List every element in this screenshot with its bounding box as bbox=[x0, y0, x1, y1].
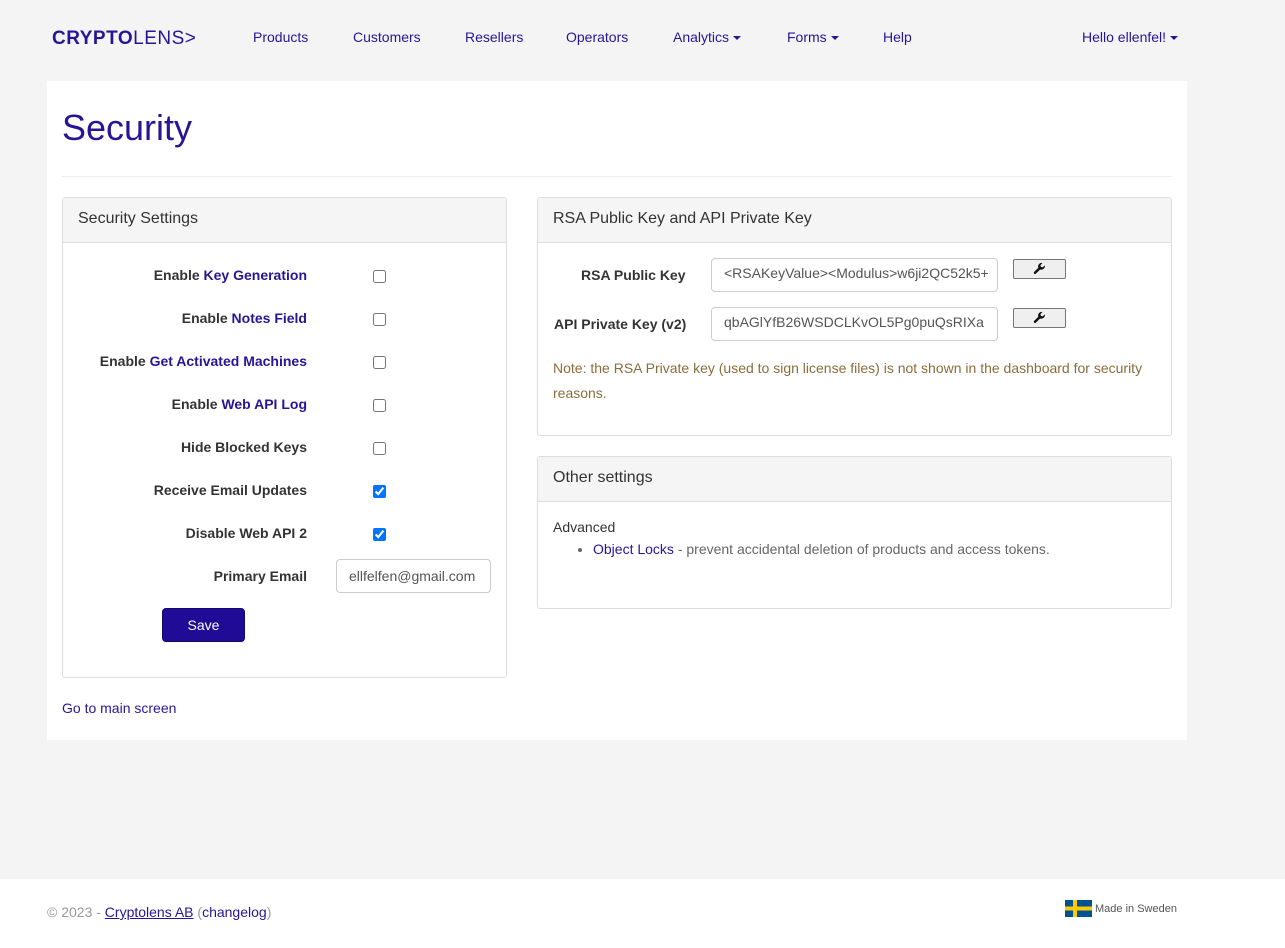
nav-help[interactable]: Help bbox=[883, 29, 912, 45]
enable-notes-field-label: Enable Notes Field bbox=[182, 310, 307, 326]
divider bbox=[62, 176, 1172, 177]
wrench-icon bbox=[1033, 262, 1045, 274]
rsa-public-key-label: RSA Public Key bbox=[581, 267, 686, 283]
private-key-note: Note: the RSA Private key (used to sign … bbox=[553, 360, 1143, 401]
security-settings-heading: Security Settings bbox=[63, 198, 506, 243]
label-prefix: Enable bbox=[171, 396, 222, 412]
list-item: Object Locks - prevent accidental deleti… bbox=[593, 541, 1050, 557]
label-prefix: Enable bbox=[181, 310, 232, 326]
hide-blocked-keys-checkbox[interactable] bbox=[373, 442, 386, 455]
save-button[interactable]: Save bbox=[162, 608, 245, 642]
nav-forms-label: Forms bbox=[787, 29, 827, 45]
object-locks-description: - prevent accidental deletion of product… bbox=[673, 541, 1050, 557]
notes-field-link[interactable]: Notes Field bbox=[232, 310, 307, 326]
navbar: CRYPTOLENS> Products Customers Resellers… bbox=[0, 0, 1285, 75]
label-prefix: Enable bbox=[99, 353, 150, 369]
close-paren: ) bbox=[266, 904, 272, 920]
caret-down-icon bbox=[1170, 36, 1179, 41]
made-in-sweden: Made in Sweden bbox=[1065, 900, 1177, 917]
enable-web-api-log-label: Enable Web API Log bbox=[172, 396, 307, 412]
regenerate-private-key-button[interactable] bbox=[1013, 308, 1066, 328]
advanced-label: Advanced bbox=[553, 519, 616, 535]
disable-web-api-2-label: Disable Web API 2 bbox=[185, 525, 307, 541]
nav-analytics-label: Analytics bbox=[673, 29, 730, 45]
rsa-keys-heading: RSA Public Key and API Private Key bbox=[538, 198, 1171, 243]
enable-key-generation-checkbox[interactable] bbox=[373, 270, 386, 283]
go-to-main-screen-link[interactable]: Go to main screen bbox=[62, 700, 176, 716]
copyright: © 2023 - Cryptolens AB (changelog) bbox=[47, 904, 271, 920]
other-settings-heading: Other settings bbox=[538, 457, 1171, 502]
wrench-icon bbox=[1033, 311, 1045, 323]
primary-email-input[interactable] bbox=[336, 559, 491, 593]
receive-email-updates-checkbox[interactable] bbox=[373, 485, 386, 498]
enable-key-generation-label: Enable Key Generation bbox=[154, 267, 307, 283]
nav-products[interactable]: Products bbox=[253, 29, 308, 45]
advanced-list: Object Locks - prevent accidental deleti… bbox=[553, 541, 1050, 557]
object-locks-link[interactable]: Object Locks bbox=[593, 541, 674, 557]
made-in-sweden-label: Made in Sweden bbox=[1095, 902, 1177, 915]
brand-logo-light: LENS> bbox=[133, 28, 197, 49]
nav-forms-dropdown[interactable]: Forms bbox=[787, 29, 839, 45]
changelog-link[interactable]: changelog bbox=[202, 904, 267, 920]
user-menu-dropdown[interactable]: Hello ellenfel! bbox=[1082, 29, 1179, 45]
footer: © 2023 - Cryptolens AB (changelog) Made … bbox=[0, 879, 1285, 948]
nav-operators[interactable]: Operators bbox=[566, 29, 628, 45]
regenerate-public-key-button[interactable] bbox=[1013, 259, 1066, 279]
api-private-key-label: API Private Key (v2) bbox=[554, 316, 687, 332]
hide-blocked-keys-label: Hide Blocked Keys bbox=[180, 439, 307, 455]
disable-web-api-2-checkbox[interactable] bbox=[373, 528, 386, 541]
primary-email-label: Primary Email bbox=[213, 568, 307, 584]
page-title: Security bbox=[62, 107, 193, 148]
api-private-key-input[interactable]: qbAGlYfB26WSDCLKvOL5Pg0puQsRIXa bbox=[711, 307, 998, 341]
rsa-public-key-input[interactable]: <RSAKeyValue><Modulus>w6ji2QC52k5+ bbox=[711, 258, 998, 292]
brand-logo[interactable]: CRYPTOLENS> bbox=[52, 28, 196, 50]
get-activated-machines-link[interactable]: Get Activated Machines bbox=[150, 353, 307, 369]
security-settings-panel: Security Settings Enable Key Generation … bbox=[62, 197, 507, 678]
user-greeting: Hello ellenfel! bbox=[1082, 29, 1167, 45]
enable-web-api-log-checkbox[interactable] bbox=[373, 399, 386, 412]
other-settings-panel: Other settings Advanced Object Locks - p… bbox=[537, 456, 1172, 609]
enable-get-activated-machines-checkbox[interactable] bbox=[373, 356, 386, 369]
nav-resellers[interactable]: Resellers bbox=[465, 29, 523, 45]
main-container: Security Security Settings Enable Key Ge… bbox=[47, 81, 1187, 740]
nav-analytics-dropdown[interactable]: Analytics bbox=[673, 29, 742, 45]
nav-customers[interactable]: Customers bbox=[353, 29, 421, 45]
sweden-flag-icon bbox=[1065, 900, 1092, 917]
enable-get-activated-machines-label: Enable Get Activated Machines bbox=[100, 353, 307, 369]
receive-email-updates-label: Receive Email Updates bbox=[153, 482, 307, 498]
label-prefix: Enable bbox=[153, 267, 204, 283]
copyright-prefix: © 2023 - bbox=[47, 904, 105, 920]
key-generation-link[interactable]: Key Generation bbox=[204, 267, 307, 283]
rsa-keys-panel: RSA Public Key and API Private Key RSA P… bbox=[537, 197, 1172, 436]
caret-down-icon bbox=[733, 36, 742, 41]
open-paren: ( bbox=[193, 904, 203, 920]
enable-notes-field-checkbox[interactable] bbox=[373, 313, 386, 326]
company-link[interactable]: Cryptolens AB bbox=[105, 904, 194, 920]
caret-down-icon bbox=[830, 36, 839, 41]
brand-logo-bold: CRYPTO bbox=[52, 28, 134, 49]
web-api-log-link[interactable]: Web API Log bbox=[221, 396, 307, 412]
